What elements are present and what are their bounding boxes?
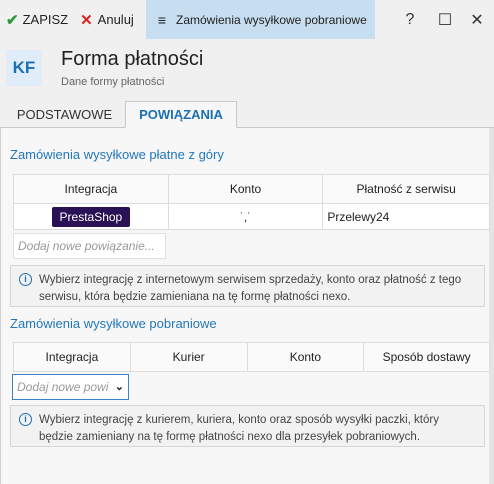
menu-icon: ≡ xyxy=(157,11,166,28)
help-button[interactable]: ? xyxy=(395,0,425,39)
table-header-row: Integracja Konto Płatność z serwisu xyxy=(13,174,490,204)
cancel-label: Anuluj xyxy=(97,12,134,27)
table-row[interactable]: PrestaShop ˙,˙ Przelewy24 xyxy=(13,203,490,230)
chevron-down-icon: ⌄ xyxy=(114,381,124,393)
column-header[interactable]: Kurier xyxy=(129,342,248,372)
account-cell[interactable]: ˙,˙ xyxy=(167,203,324,230)
info-box-cod: i Wybierz integrację z kurierem, kuriera… xyxy=(10,405,485,447)
help-icon: ? xyxy=(405,10,415,28)
info-box-prepaid: i Wybierz integrację z internetowym serw… xyxy=(10,265,485,307)
payment-cell[interactable]: Przelewy24 xyxy=(322,203,490,230)
info-icon: i xyxy=(19,273,32,286)
column-header[interactable]: Integracja xyxy=(13,342,131,372)
save-label: ZAPISZ xyxy=(22,12,69,27)
column-header[interactable]: Konto xyxy=(167,174,324,204)
column-header[interactable]: Sposób dostawy xyxy=(363,342,490,372)
tab-powiazania[interactable]: POWIĄZANIA xyxy=(125,101,237,128)
close-icon: ✕ xyxy=(470,11,484,29)
close-button[interactable]: ✕ xyxy=(462,0,492,39)
column-header[interactable]: Konto xyxy=(246,342,365,372)
page-subtitle: Dane formy płatności xyxy=(61,76,165,88)
module-badge: KF xyxy=(6,50,42,86)
add-relation-row[interactable]: Dodaj nowe powiązanie... xyxy=(13,233,166,259)
prestashop-badge: PrestaShop xyxy=(51,206,131,227)
prepaid-table: Integracja Konto Płatność z serwisu Pres… xyxy=(13,174,490,230)
column-header[interactable]: Integracja xyxy=(13,174,169,204)
maximize-icon: ☐ xyxy=(437,11,453,29)
save-button[interactable]: ✔ ZAPISZ xyxy=(0,0,74,39)
info-text: Wybierz integrację z kurierem, kuriera, … xyxy=(39,414,439,443)
window-tab-label: Zamówienia wysyłkowe pobraniowe xyxy=(175,12,367,27)
maximize-button[interactable]: ☐ xyxy=(430,0,460,39)
info-icon: i xyxy=(19,413,32,426)
integration-cell[interactable]: PrestaShop xyxy=(13,203,169,230)
section-title-prepaid: Zamówienia wysyłkowe płatne z góry xyxy=(10,147,224,162)
tab-podstawowe[interactable]: PODSTAWOWE xyxy=(6,101,123,128)
window-tab-active[interactable]: ≡ Zamówienia wysyłkowe pobraniowe xyxy=(145,0,375,39)
cod-table: Integracja Kurier Konto Sposób dostawy xyxy=(13,342,490,372)
column-header[interactable]: Płatność z serwisu xyxy=(322,174,490,204)
form-header: KF Forma płatności Dane formy płatności xyxy=(0,39,494,99)
table-header-row: Integracja Kurier Konto Sposób dostawy xyxy=(13,342,490,372)
tab-bar: PODSTAWOWE POWIĄZANIA xyxy=(0,101,494,128)
section-title-cod: Zamówienia wysyłkowe pobraniowe xyxy=(10,316,217,331)
cancel-button[interactable]: ✕ Anuluj xyxy=(74,0,140,39)
close-x-icon: ✕ xyxy=(80,11,93,29)
checkmark-icon: ✔ xyxy=(6,11,19,29)
info-text: Wybierz integrację z internetowym serwis… xyxy=(39,274,462,303)
page-title: Forma płatności xyxy=(61,48,204,70)
integration-select-placeholder: Dodaj nowe powi xyxy=(17,380,109,394)
integration-select[interactable]: Dodaj nowe powi ⌄ xyxy=(12,374,129,400)
